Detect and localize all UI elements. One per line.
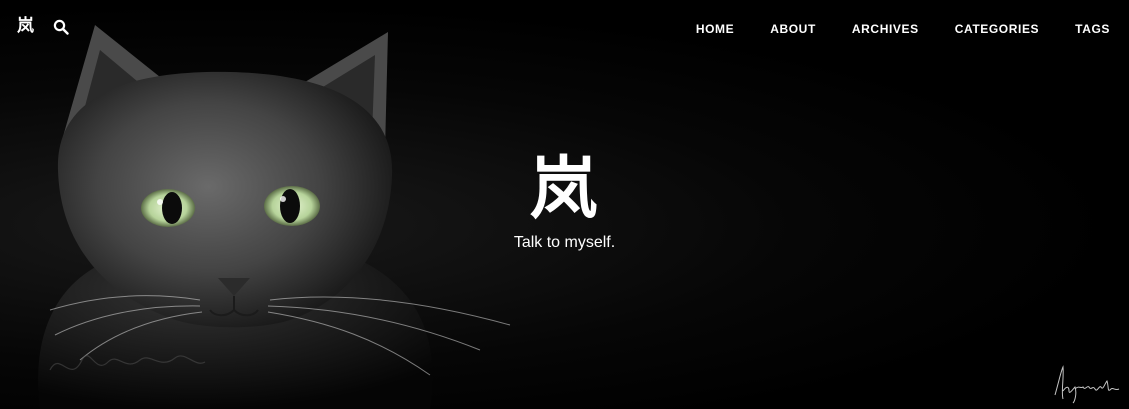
- site-title: 岚: [529, 150, 598, 229]
- nav-item-archives: ARCHIVES: [852, 20, 919, 38]
- site-logo-link[interactable]: 岚: [17, 16, 34, 36]
- nav-item-tags: TAGS: [1075, 20, 1110, 38]
- signature-watermark: [1054, 365, 1120, 404]
- search-icon[interactable]: [53, 19, 69, 35]
- nav-link-archives[interactable]: ARCHIVES: [852, 22, 919, 36]
- top-navigation-bar: 岚 HOME ABOUT ARCHIVES CATEGORIES TAGS: [0, 0, 1129, 56]
- nav-link-about[interactable]: ABOUT: [770, 22, 816, 36]
- main-nav-menu: HOME ABOUT ARCHIVES CATEGORIES TAGS: [696, 20, 1110, 38]
- hero-title-block: 岚 Talk to myself.: [0, 150, 1129, 252]
- nav-item-categories: CATEGORIES: [955, 20, 1039, 38]
- nav-link-home[interactable]: HOME: [696, 22, 734, 36]
- nav-link-categories[interactable]: CATEGORIES: [955, 22, 1039, 36]
- nav-link-tags[interactable]: TAGS: [1075, 22, 1110, 36]
- nav-item-about: ABOUT: [770, 20, 816, 38]
- site-subtitle: Talk to myself.: [513, 234, 616, 251]
- nav-item-home: HOME: [696, 20, 734, 38]
- hero-banner: 岚 HOME ABOUT ARCHIVES CATEGORIES TAGS 岚 …: [0, 0, 1129, 409]
